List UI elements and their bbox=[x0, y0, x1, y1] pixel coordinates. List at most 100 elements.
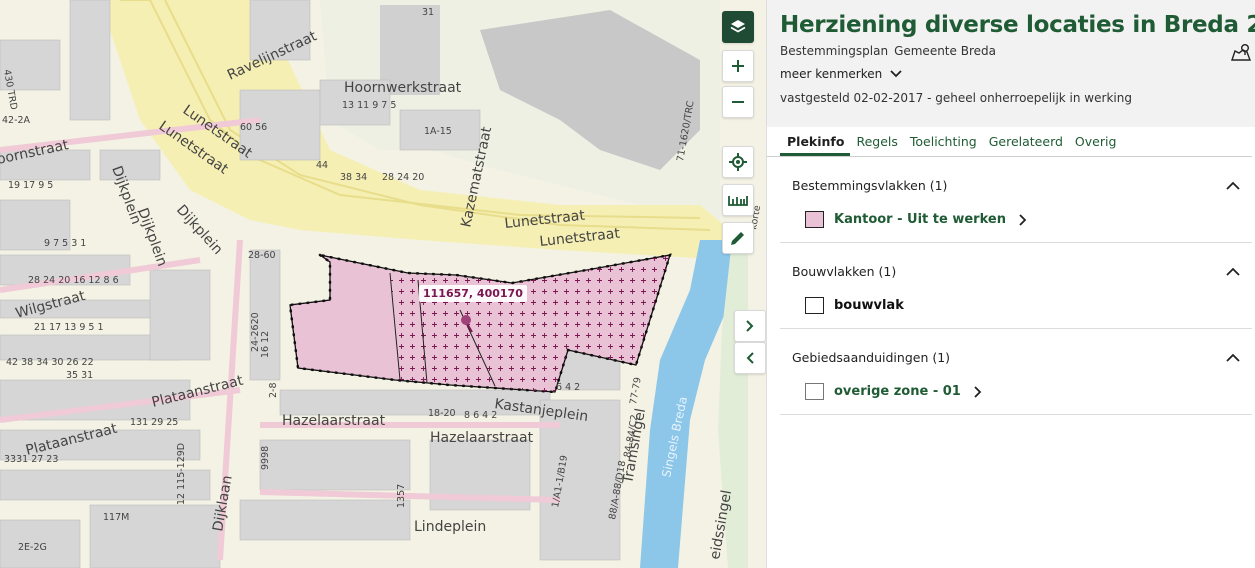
section-header[interactable]: Bouwvlakken (1) bbox=[780, 259, 1252, 283]
chevron-up-icon bbox=[1226, 267, 1240, 276]
section-header[interactable]: Gebiedsaanduidingen (1) bbox=[780, 345, 1252, 369]
section-heading: Bouwvlakken (1) bbox=[792, 263, 897, 279]
house-number: 1A-15 bbox=[424, 126, 452, 137]
ruler-icon bbox=[728, 196, 748, 206]
legend-swatch bbox=[805, 383, 824, 400]
house-number: 2-8 bbox=[268, 382, 279, 398]
chevron-left-icon bbox=[746, 352, 754, 364]
street-label: Ravelijnstraat bbox=[225, 28, 320, 84]
locate-button[interactable] bbox=[722, 146, 754, 178]
plan-meta: Bestemmingsplan Gemeente Breda bbox=[780, 44, 1255, 58]
legend-swatch bbox=[805, 211, 824, 228]
house-number: 28-60 bbox=[248, 250, 276, 261]
street-label: Kazematstraat bbox=[458, 125, 495, 229]
street-label: Dijkplein bbox=[134, 206, 170, 269]
house-number: 13 11 9 7 5 bbox=[342, 100, 396, 111]
tab-gerelateerd[interactable]: Gerelateerd bbox=[983, 134, 1069, 156]
bouwvlak-label: bouwvlak bbox=[834, 298, 904, 313]
street-label: Dijklaan bbox=[210, 474, 236, 533]
chevron-up-icon bbox=[1226, 353, 1240, 362]
next-button[interactable] bbox=[734, 310, 766, 342]
tab-overig[interactable]: Overig bbox=[1069, 134, 1122, 156]
plan-type: Bestemmingsplan bbox=[780, 44, 889, 58]
street-label: Kastanjeplein bbox=[493, 396, 589, 425]
street-label: Plataanstraat bbox=[150, 373, 245, 411]
prev-button[interactable] bbox=[734, 342, 766, 374]
chevron-down-icon bbox=[890, 70, 902, 78]
street-label: Lindeplein bbox=[414, 519, 486, 535]
house-number: 1357 bbox=[396, 484, 407, 508]
chevron-up-icon bbox=[1226, 181, 1240, 190]
street-label: oornstraat bbox=[0, 137, 70, 168]
tab-regels[interactable]: Regels bbox=[850, 134, 903, 156]
section-header[interactable]: Bestemmingsvlakken (1) bbox=[780, 173, 1252, 197]
plan-info-panel: Herziening diverse locaties in Breda 201… bbox=[766, 0, 1255, 568]
plus-icon bbox=[732, 60, 744, 72]
layers-icon bbox=[730, 20, 746, 33]
street-label: Lunetstraat bbox=[539, 226, 621, 250]
map-canvas[interactable]: Lunetstraat Lunetstraat Lunetstraat Lune… bbox=[0, 0, 766, 568]
layers-button[interactable] bbox=[722, 11, 754, 43]
more-features-toggle[interactable]: meer kenmerken bbox=[780, 67, 1255, 81]
draw-button[interactable] bbox=[722, 222, 754, 254]
more-features-label: meer kenmerken bbox=[780, 67, 883, 81]
street-label: eidssingel bbox=[707, 489, 735, 561]
section-bestemmingsvlakken: Bestemmingsvlakken (1) Kantoor - Uit te … bbox=[780, 173, 1252, 243]
house-number: 9 7 5 3 1 bbox=[44, 238, 86, 249]
chevron-right-icon bbox=[1019, 213, 1027, 226]
house-number: 35 31 bbox=[66, 370, 93, 381]
house-number: 42-2A bbox=[2, 115, 31, 126]
gebiedsaanduiding-link[interactable]: overige zone - 01 bbox=[834, 384, 961, 399]
house-number: 1/A1-1/B19 bbox=[550, 454, 570, 508]
street-labels: Lunetstraat Lunetstraat Lunetstraat Lune… bbox=[0, 7, 763, 561]
panel-tabs: Plekinfo Regels Toelichting Gerelateerd … bbox=[767, 134, 1252, 157]
plan-title: Herziening diverse locaties in Breda 201… bbox=[780, 12, 1255, 38]
street-label: Singels Breda bbox=[659, 395, 690, 478]
house-number: 77-79 bbox=[628, 376, 644, 405]
plan-authority: Gemeente Breda bbox=[894, 44, 996, 58]
house-number: 71-1620/TRC bbox=[675, 100, 697, 163]
pencil-icon bbox=[731, 232, 744, 245]
chevron-right-icon bbox=[974, 385, 982, 398]
house-number: 9998 bbox=[260, 446, 271, 470]
plan-status: vastgesteld 02-02-2017 - geheel onherroe… bbox=[780, 91, 1132, 105]
map-marker-icon[interactable] bbox=[1230, 43, 1252, 63]
minus-icon bbox=[732, 101, 744, 103]
chevron-right-icon bbox=[746, 320, 754, 332]
tab-toelichting[interactable]: Toelichting bbox=[904, 134, 983, 156]
house-number: 42 38 34 30 26 22 bbox=[6, 357, 94, 368]
house-number: 31 bbox=[422, 7, 434, 18]
bestemming-link[interactable]: Kantoor - Uit te werken bbox=[834, 212, 1006, 227]
section-heading: Bestemmingsvlakken (1) bbox=[792, 177, 948, 193]
measure-button[interactable] bbox=[722, 184, 754, 216]
street-label: Hazelaarstraat bbox=[282, 413, 386, 429]
street-label: Dijkplein bbox=[173, 202, 226, 258]
house-number: 28 24 20 bbox=[382, 172, 424, 183]
tab-plekinfo[interactable]: Plekinfo bbox=[780, 134, 851, 156]
house-number: 44 bbox=[316, 160, 328, 171]
house-number: 19 17 9 5 bbox=[8, 180, 53, 191]
crosshair-icon bbox=[729, 153, 747, 171]
list-item[interactable]: overige zone - 01 bbox=[780, 369, 1252, 414]
house-number: 131 29 25 bbox=[130, 417, 178, 428]
house-number: 12 115-129D bbox=[176, 443, 187, 505]
panel-header: Herziening diverse locaties in Breda 201… bbox=[767, 0, 1255, 127]
house-number: 28 24 20 16 12 8 6 bbox=[28, 275, 119, 286]
list-item[interactable]: Kantoor - Uit te werken bbox=[780, 197, 1252, 242]
street-label: Hoornwerkstraat bbox=[344, 80, 462, 96]
house-number: 6 4 2 bbox=[556, 382, 580, 393]
section-heading: Gebiedsaanduidingen (1) bbox=[792, 349, 951, 365]
house-number: 21 17 13 9 5 1 bbox=[34, 322, 104, 333]
house-number: 430 TRD bbox=[1, 69, 19, 111]
house-number: 38 34 bbox=[340, 172, 367, 183]
zoom-in-button[interactable] bbox=[722, 50, 754, 82]
house-number: 16 12 bbox=[260, 331, 271, 358]
street-label: Hazelaarstraat bbox=[430, 430, 534, 446]
house-number: 117M bbox=[103, 512, 129, 523]
house-number: 88/A-88/D18 bbox=[607, 460, 628, 521]
coordinate-readout: 111657, 400170 bbox=[419, 285, 527, 302]
section-bouwvlakken: Bouwvlakken (1) bouwvlak bbox=[780, 259, 1252, 329]
house-number: 2E-2G bbox=[18, 542, 47, 553]
house-number: 18-20 bbox=[428, 408, 456, 419]
zoom-out-button[interactable] bbox=[722, 86, 754, 118]
